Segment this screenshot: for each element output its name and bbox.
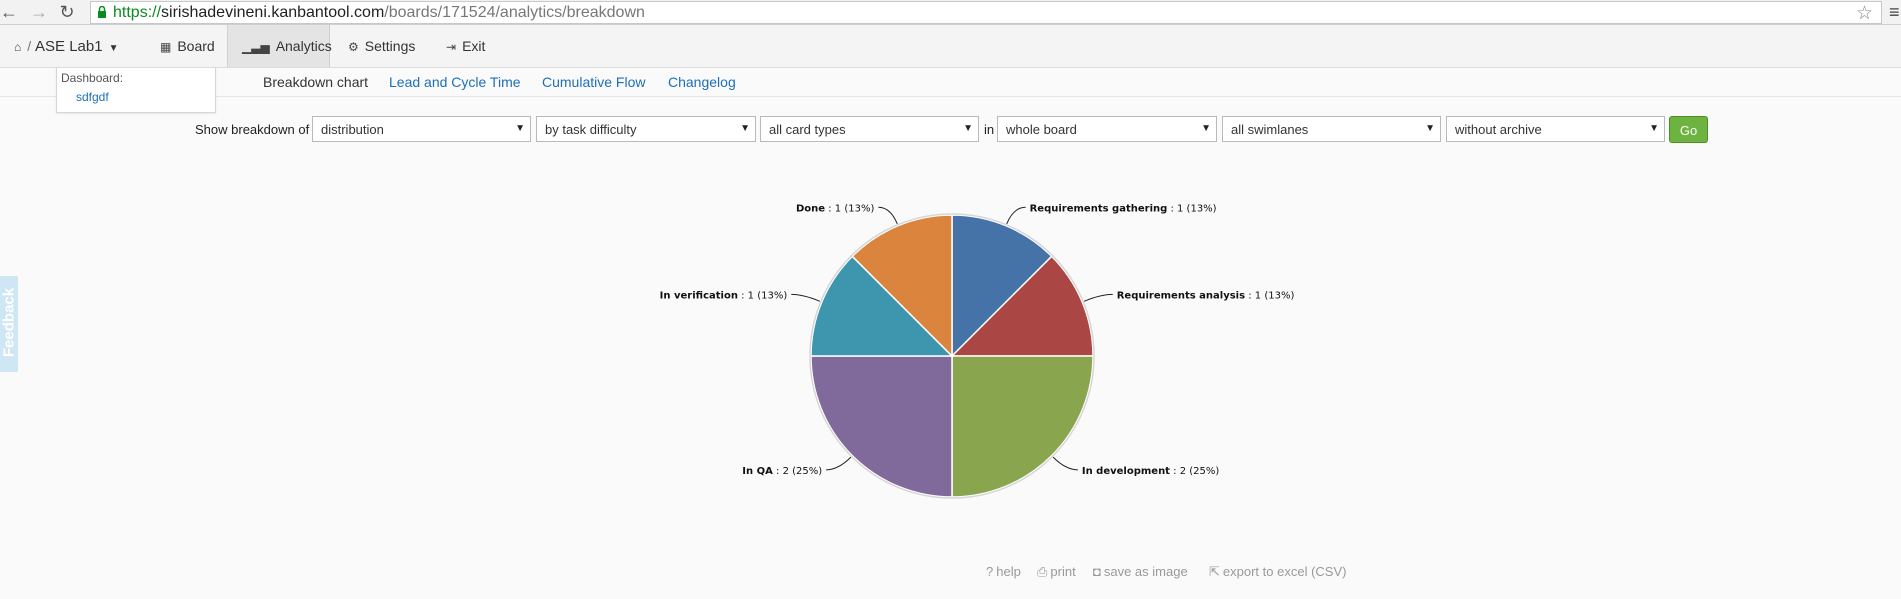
help-icon: ? [986,564,994,579]
pie-slice-in-qa[interactable] [810,355,953,498]
pie-connector-line [878,206,898,225]
pie-label-in-development: In development : 2 (25%) [1082,466,1220,477]
pie-connector-line [1006,206,1026,225]
feedback-tab[interactable]: Feedback [0,276,18,372]
pie-connector-line [826,456,852,471]
print-icon: ⎙ [1037,564,1048,579]
pie-slice-in-development[interactable] [951,355,1094,498]
export-icon: ⇱ [1209,564,1220,579]
save-image-action[interactable]: ◘ save as image [1093,564,1188,579]
breakdown-pie-chart: Requirements gathering : 1 (13%) Requirem… [660,203,1295,499]
pie-label-done: Done : 1 (13%) [796,203,874,214]
pie-label-in-verification: In verification : 1 (13%) [660,290,788,301]
camera-icon: ◘ [1093,564,1101,579]
pie-connector-line [791,293,821,302]
help-action[interactable]: ? help [986,564,1021,579]
pie-label-in-qa: In QA : 2 (25%) [742,466,822,477]
pie-label-requirements-gathering: Requirements gathering : 1 (13%) [1030,203,1217,214]
print-action[interactable]: ⎙ print [1037,564,1076,580]
pie-connector-line [1052,456,1078,471]
pie-label-requirements-analysis: Requirements analysis : 1 (13%) [1117,290,1295,301]
export-csv-action[interactable]: ⇱ export to excel (CSV) [1209,564,1346,580]
pie-connector-line [1083,293,1113,302]
